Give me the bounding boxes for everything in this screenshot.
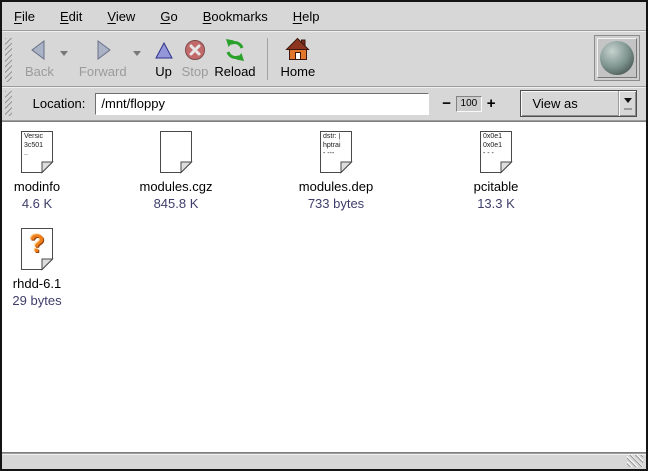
dropdown-arrow-icon — [618, 91, 636, 116]
reload-label: Reload — [214, 64, 255, 79]
menu-bookmarks[interactable]: Bookmarks — [202, 7, 269, 26]
reload-button[interactable]: Reload — [214, 36, 255, 79]
view-mode-dropdown[interactable]: View as Icons — [520, 90, 637, 117]
back-label: Back — [25, 64, 54, 79]
throbber-button — [597, 38, 637, 78]
forward-label: Forward — [79, 64, 127, 79]
file-item-modinfo[interactable]: Versic 3c501 .. modinfo 4.6 K — [2, 130, 75, 211]
view-mode-label: View as Icons — [521, 91, 618, 116]
file-item-modules-cgz[interactable]: modules.cgz 845.8 K — [138, 130, 214, 211]
blank-document-icon — [159, 130, 193, 174]
file-size: 29 bytes — [2, 293, 75, 308]
file-size: 845.8 K — [138, 196, 214, 211]
menu-help[interactable]: Help — [292, 7, 321, 26]
file-name: rhdd-6.1 — [2, 276, 75, 291]
file-name: modules.dep — [298, 179, 374, 194]
resize-grip-icon[interactable] — [627, 455, 643, 467]
file-item-modules-dep[interactable]: dstr: | hptrai - --- modules.dep 733 byt… — [298, 130, 374, 211]
toolbar-grip[interactable] — [5, 38, 12, 82]
location-input[interactable] — [95, 93, 429, 115]
back-history-chevron-icon[interactable] — [60, 51, 68, 60]
file-size: 733 bytes — [298, 196, 374, 211]
home-label: Home — [281, 64, 316, 79]
text-document-icon: dstr: | hptrai - --- — [319, 130, 353, 174]
file-name: pcitable — [458, 179, 534, 194]
menu-view[interactable]: View — [106, 7, 136, 26]
stop-label: Stop — [182, 64, 209, 79]
forward-history-chevron-icon[interactable] — [133, 51, 141, 60]
status-bar — [2, 453, 646, 469]
zoom-in-button[interactable]: + — [487, 95, 496, 112]
file-manager-window: File Edit View Go Bookmarks Help Back Fo… — [0, 0, 648, 471]
forward-icon — [91, 36, 115, 63]
home-icon — [285, 36, 311, 63]
file-name: modules.cgz — [138, 179, 214, 194]
text-document-icon: Versic 3c501 .. — [20, 130, 54, 174]
toolbar: Back Forward Up Stop — [2, 31, 646, 87]
forward-button[interactable]: Forward — [79, 36, 127, 79]
zoom-level: 100 — [456, 96, 482, 112]
location-label: Location: — [33, 96, 86, 111]
file-name: modinfo — [2, 179, 75, 194]
menu-bar: File Edit View Go Bookmarks Help — [2, 2, 646, 31]
text-document-icon: 0x0e1 0x0e1 - - - — [479, 130, 513, 174]
up-label: Up — [155, 64, 172, 79]
file-size: 4.6 K — [2, 196, 75, 211]
file-item-rhdd[interactable]: ? rhdd-6.1 29 bytes — [2, 227, 75, 308]
reload-icon — [222, 36, 248, 63]
throbber[interactable] — [594, 35, 640, 81]
stop-button[interactable]: Stop — [182, 36, 209, 79]
menu-file[interactable]: File — [13, 7, 36, 26]
file-size: 13.3 K — [458, 196, 534, 211]
back-icon — [27, 36, 51, 63]
zoom-out-button[interactable]: − — [442, 95, 451, 112]
file-item-pcitable[interactable]: 0x0e1 0x0e1 - - - pcitable 13.3 K — [458, 130, 534, 211]
back-button[interactable]: Back — [25, 36, 54, 79]
file-view: Versic 3c501 .. modinfo 4.6 K modules.cg… — [2, 121, 646, 453]
toolbar-separator — [267, 38, 268, 80]
stop-icon — [182, 36, 208, 63]
location-bar: Location: − 100 + View as Icons — [2, 87, 646, 121]
question-mark-glyph: ? — [20, 230, 54, 259]
location-bar-grip[interactable] — [5, 91, 12, 116]
home-button[interactable]: Home — [281, 36, 316, 79]
menu-edit[interactable]: Edit — [59, 7, 83, 26]
menu-go[interactable]: Go — [159, 7, 178, 26]
unknown-document-icon: ? — [20, 227, 54, 271]
up-icon — [152, 36, 176, 63]
throbber-orb-icon — [600, 41, 634, 75]
up-button[interactable]: Up — [152, 36, 176, 79]
